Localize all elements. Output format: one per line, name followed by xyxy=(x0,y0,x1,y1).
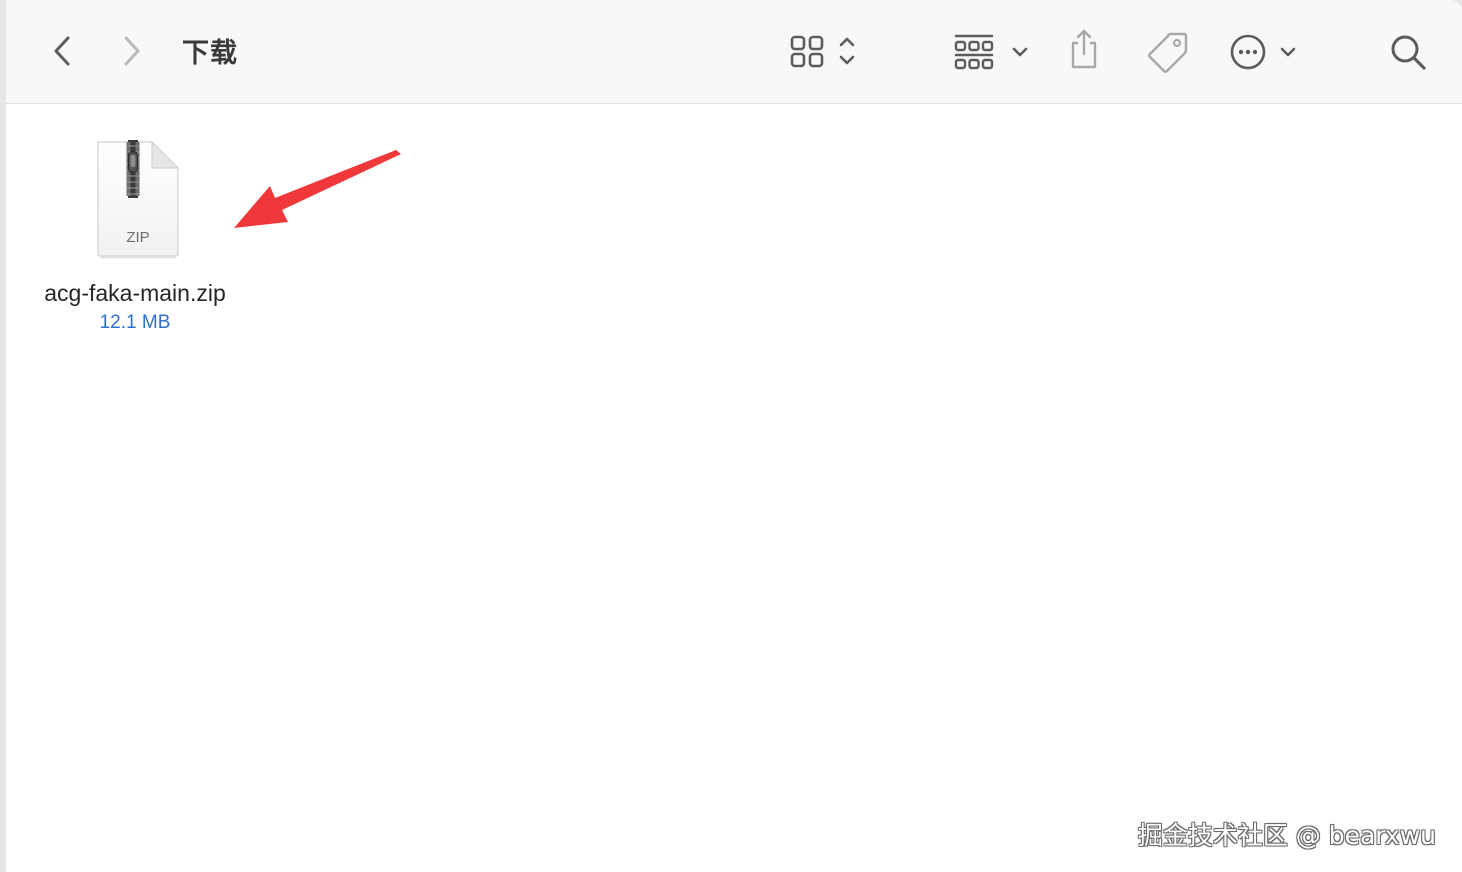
zip-label: ZIP xyxy=(126,229,149,246)
zip-file-icon[interactable]: ZIP xyxy=(90,138,182,260)
more-actions-icon xyxy=(1230,34,1296,70)
forward-button[interactable] xyxy=(112,30,152,72)
finder-window: 下载 ZIP acg-faka-main.zip 12.1 MB 掘金技术社区 … xyxy=(6,0,1462,872)
file-item[interactable]: ZIP acg-faka-main.zip 12.1 MB xyxy=(20,138,250,338)
back-button[interactable] xyxy=(42,30,82,72)
group-by-button[interactable] xyxy=(950,30,1036,72)
file-name[interactable]: acg-faka-main.zip xyxy=(20,280,250,307)
tag-icon xyxy=(1148,32,1188,73)
group-by-icon xyxy=(954,34,1028,70)
more-actions-button[interactable] xyxy=(1228,30,1304,72)
grid-view-icon xyxy=(790,35,855,68)
file-browser-area[interactable]: ZIP acg-faka-main.zip 12.1 MB xyxy=(6,104,1462,872)
window-title: 下载 xyxy=(182,38,238,69)
watermark: 掘金技术社区 @ bearxwu xyxy=(1137,821,1436,850)
search-button[interactable] xyxy=(1386,30,1430,74)
share-icon xyxy=(1071,29,1097,69)
chevron-right-icon xyxy=(124,36,140,66)
file-size: 12.1 MB xyxy=(99,312,171,333)
annotation-arrow-icon xyxy=(234,150,401,228)
search-icon xyxy=(1391,35,1426,70)
view-options-button[interactable] xyxy=(786,30,866,72)
chevron-left-icon xyxy=(54,36,70,66)
toolbar: 下载 xyxy=(6,0,1462,104)
share-button[interactable] xyxy=(1064,26,1104,72)
tag-button[interactable] xyxy=(1142,28,1194,74)
